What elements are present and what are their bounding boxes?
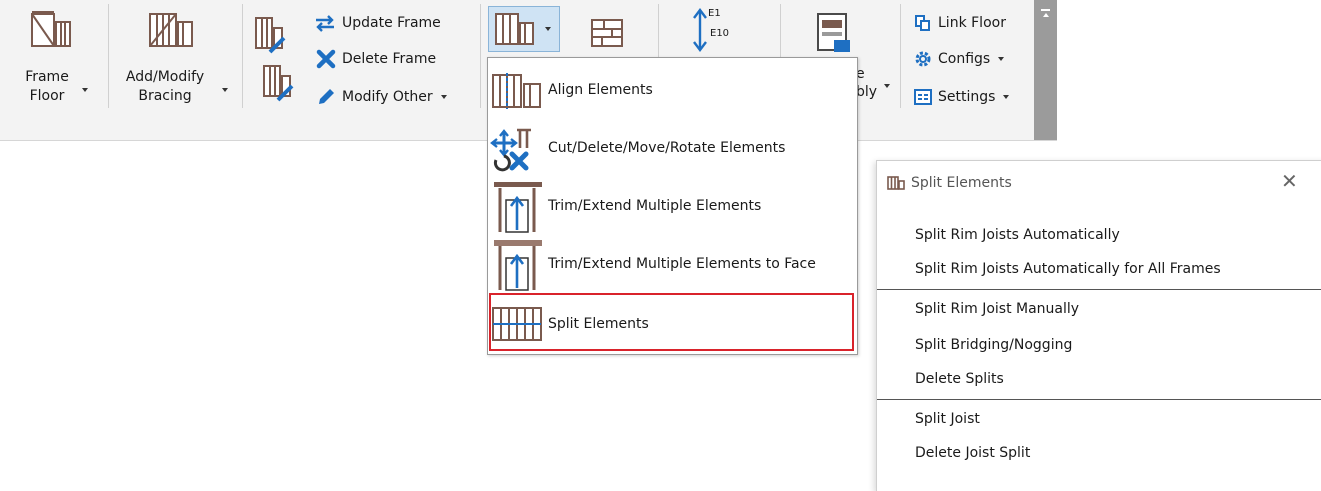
wall-grid-icon[interactable] (590, 14, 630, 50)
gear-icon (915, 51, 931, 67)
modify-other-label: Modify Other (342, 89, 433, 105)
chevron-down-icon (1003, 95, 1010, 99)
menu-item-align-elements[interactable]: Align Elements (490, 62, 854, 118)
trim-extend-face-icon (490, 236, 546, 292)
link-floor-label: Link Floor (938, 15, 1006, 31)
ribbon-separator (480, 4, 481, 108)
collapse-arrow-icon (1043, 13, 1049, 17)
e10-label: E10 (710, 28, 730, 39)
panel-divider (877, 399, 1321, 400)
collapse-grip-icon (1041, 9, 1050, 11)
chevron-down-icon (82, 88, 88, 92)
chevron-down-icon (440, 95, 447, 99)
frame-floor-button[interactable]: Frame Floor (8, 4, 96, 108)
settings-label: Settings (938, 89, 996, 105)
element-tools-dropdown-button[interactable] (488, 6, 560, 52)
ribbon-separator (242, 4, 243, 108)
delete-joist-split[interactable]: Delete Joist Split (915, 445, 1030, 461)
frame-floor-label: Frame Floor (25, 69, 69, 104)
chevron-down-icon (884, 84, 890, 88)
menu-item-label: Trim/Extend Multiple Elements to Face (548, 256, 816, 272)
align-elements-icon (490, 62, 546, 118)
cut-move-rotate-icon (490, 120, 546, 176)
update-frame-label: Update Frame (342, 15, 441, 31)
chevron-down-icon (222, 88, 228, 92)
refresh-arrows-icon (316, 15, 334, 32)
menu-item-label: Cut/Delete/Move/Rotate Elements (548, 140, 786, 156)
element-tools-icon (495, 13, 534, 45)
close-icon[interactable]: ✕ (1281, 171, 1298, 191)
bracing-icon (149, 13, 193, 47)
menu-item-trim-extend-to-face[interactable]: Trim/Extend Multiple Elements to Face (490, 236, 854, 292)
link-floor-icon (915, 15, 930, 31)
panel-title: Split Elements (911, 175, 1012, 191)
split-rim-joists-auto[interactable]: Split Rim Joists Automatically (915, 227, 1120, 243)
settings-button[interactable]: Settings (914, 84, 1010, 110)
chevron-down-icon (545, 27, 551, 31)
edit-frame-icon[interactable] (254, 14, 286, 54)
configs-button[interactable]: Configs (914, 46, 1005, 72)
split-elements-highlight (489, 293, 854, 351)
split-elements-panel: Split Elements ✕ Split Rim Joists Automa… (876, 160, 1321, 491)
numbering-arrows-icon[interactable] (690, 6, 710, 54)
trim-extend-icon (490, 178, 546, 234)
delete-frame-button[interactable]: Delete Frame (316, 46, 436, 72)
split-bridging-nogging[interactable]: Split Bridging/Nogging (915, 337, 1072, 353)
modify-other-button[interactable]: Modify Other (316, 84, 447, 110)
panel-divider (877, 289, 1321, 290)
menu-item-trim-extend[interactable]: Trim/Extend Multiple Elements (490, 178, 854, 234)
pencil-icon (319, 89, 334, 104)
delete-frame-label: Delete Frame (342, 51, 437, 67)
menu-item-label: Trim/Extend Multiple Elements (548, 198, 762, 214)
split-rim-joists-auto-all[interactable]: Split Rim Joists Automatically for All F… (915, 261, 1221, 277)
menu-item-cut-delete-move-rotate[interactable]: Cut/Delete/Move/Rotate Elements (490, 120, 854, 176)
ribbon-separator (108, 4, 109, 108)
chevron-down-icon (998, 57, 1005, 61)
settings-panel-icon (914, 89, 932, 105)
ribbon-separator (900, 4, 901, 108)
edit-frame-alt-icon[interactable] (262, 62, 294, 102)
add-modify-bracing-button[interactable]: Add/Modify Bracing (116, 4, 234, 108)
delete-x-icon (316, 49, 336, 69)
assembly-icon[interactable] (814, 12, 854, 54)
configs-label: Configs (938, 51, 991, 67)
bracing-label: Add/Modify Bracing (125, 69, 205, 104)
split-joist[interactable]: Split Joist (915, 411, 980, 427)
menu-item-label: Align Elements (548, 82, 653, 98)
frame-floor-icon (31, 11, 71, 47)
link-floor-button[interactable]: Link Floor (914, 10, 1006, 36)
update-frame-button[interactable]: Update Frame (314, 10, 441, 36)
ribbon-collapse-handle[interactable] (1034, 0, 1057, 140)
e1-label: E1 (708, 8, 721, 19)
split-elements-icon (887, 176, 905, 190)
assembly-partial-label-2: bly (856, 84, 878, 100)
split-rim-joist-manual[interactable]: Split Rim Joist Manually (915, 301, 1079, 317)
delete-splits[interactable]: Delete Splits (915, 371, 1004, 387)
